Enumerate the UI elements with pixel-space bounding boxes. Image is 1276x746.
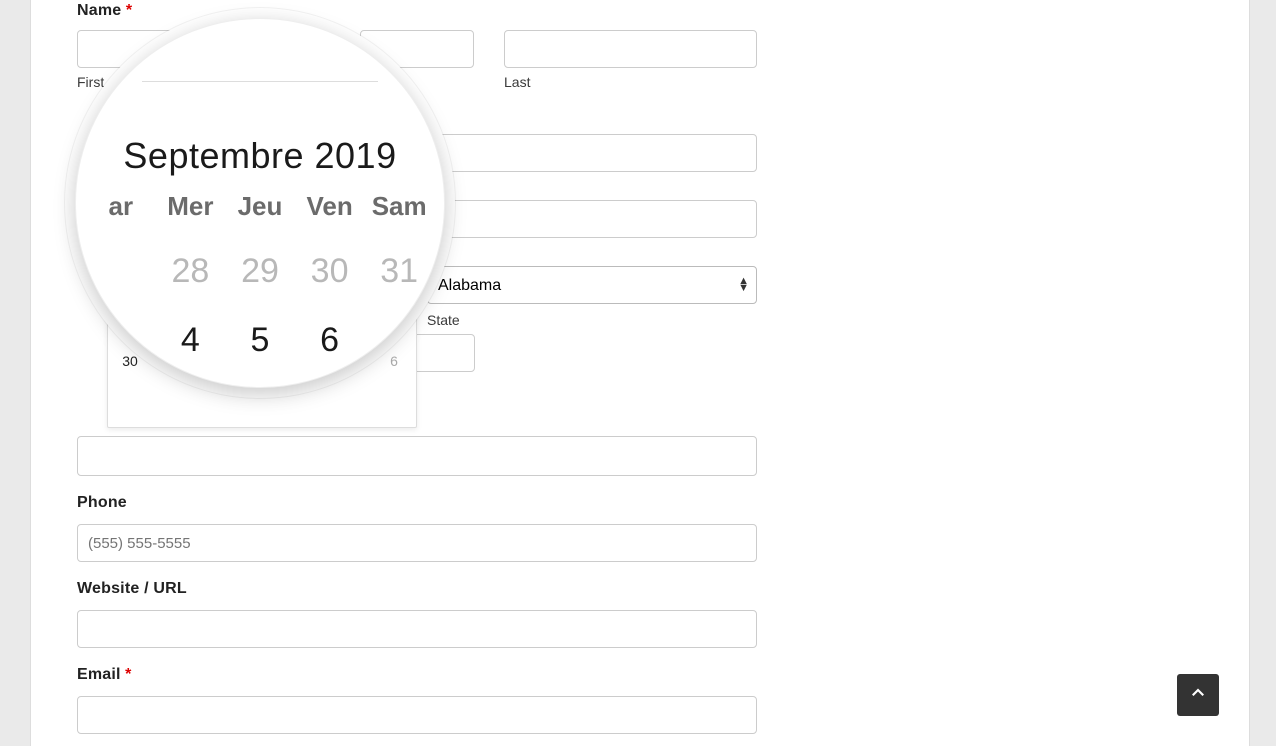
calendar-day-header: Ven <box>295 191 365 222</box>
address-line2-input[interactable] <box>427 200 757 238</box>
name-label: Name <box>77 2 121 19</box>
calendar-day-cell[interactable]: 30 <box>295 252 365 291</box>
calendar-day-cell[interactable]: 6 <box>295 321 365 360</box>
full-width-input-1[interactable] <box>77 436 757 476</box>
calendar-day-header: Mer <box>156 191 226 222</box>
phone-input[interactable] <box>77 524 757 562</box>
website-input[interactable] <box>77 610 757 648</box>
last-name-sublabel: Last <box>504 74 757 90</box>
calendar-day-cell[interactable]: 5 <box>225 321 295 360</box>
content-card: Name * First Middle Last <box>30 0 1250 746</box>
calendar-day-cell[interactable] <box>364 321 434 360</box>
scroll-to-top-button[interactable] <box>1177 674 1219 716</box>
calendar-day-cell[interactable] <box>86 321 156 360</box>
required-marker: * <box>126 2 132 19</box>
calendar-month-title: Septembre 2019 <box>76 135 444 177</box>
email-label: Email <box>77 666 121 683</box>
magnifier-lens: Septembre 2019 arMerJeuVenSam 28293031 4… <box>75 18 445 388</box>
required-marker-2: * <box>125 666 131 683</box>
calendar-day-cell[interactable]: 4 <box>156 321 226 360</box>
address-line-input[interactable] <box>427 134 757 172</box>
calendar-day-header: Sam <box>364 191 434 222</box>
chevron-up-icon <box>1189 684 1207 707</box>
last-name-input[interactable] <box>504 30 757 68</box>
email-input[interactable] <box>77 696 757 734</box>
calendar-day-cell[interactable]: 31 <box>364 252 434 291</box>
calendar-day-cell[interactable]: 29 <box>225 252 295 291</box>
calendar-day-header: ar <box>86 191 156 222</box>
calendar-day-header: Jeu <box>225 191 295 222</box>
calendar-day-cell[interactable]: 28 <box>156 252 226 291</box>
phone-label: Phone <box>77 494 757 512</box>
state-select[interactable]: Alabama <box>427 266 757 304</box>
calendar-day-cell[interactable] <box>86 252 156 291</box>
state-sublabel: State <box>427 312 757 328</box>
website-label: Website / URL <box>77 580 757 598</box>
